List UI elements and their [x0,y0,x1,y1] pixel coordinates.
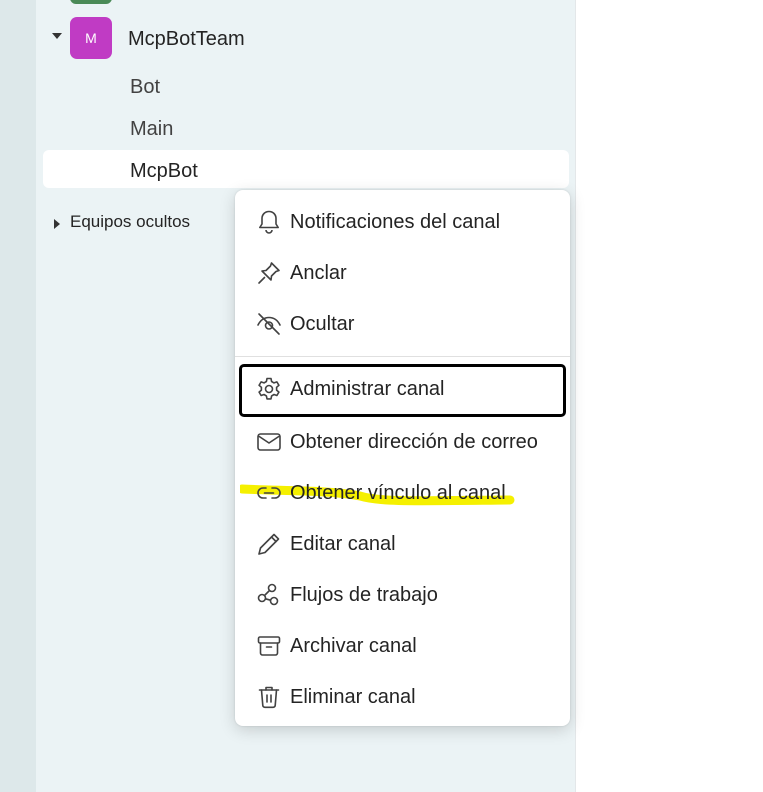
gear-icon [255,375,283,403]
bell-icon [255,208,283,236]
trash-icon [255,683,283,711]
pin-icon [255,259,283,287]
channel-item-mcpbot[interactable]: McpBot [43,150,569,188]
archive-icon [255,632,283,660]
menu-item-manage-channel[interactable]: Administrar canal [239,364,566,417]
menu-item-label: Obtener vínculo al canal [290,482,506,504]
main-content-pane [576,0,763,792]
team-avatar: M [70,17,112,59]
menu-item-label: Obtener dirección de correo [290,431,538,453]
menu-item-label: Eliminar canal [290,686,416,708]
mail-icon [255,428,283,456]
chevron-right-icon [54,219,60,229]
hidden-teams-toggle[interactable]: Equipos ocultos [52,211,222,235]
menu-item-label: Archivar canal [290,635,417,657]
app-rail [0,0,36,792]
menu-item-get-email-address[interactable]: Obtener dirección de correo [239,417,566,467]
team-name[interactable]: McpBotTeam [128,28,245,51]
menu-item-delete-channel[interactable]: Eliminar canal [239,672,566,722]
menu-item-label: Flujos de trabajo [290,584,438,606]
channel-label: Bot [130,76,161,98]
team-header[interactable]: M McpBotTeam [36,17,575,59]
menu-item-edit-channel[interactable]: Editar canal [239,519,566,569]
menu-divider [235,356,570,357]
channel-item-bot[interactable]: Bot [43,68,569,106]
pencil-icon [255,530,283,558]
menu-item-archive-channel[interactable]: Archivar canal [239,621,566,671]
menu-item-label: Administrar canal [290,378,445,400]
team-avatar-letter: M [85,30,97,46]
menu-item-label: Ocultar [290,313,355,335]
menu-item-channel-notifications[interactable]: Notificaciones del canal [239,197,566,247]
menu-item-label: Anclar [290,262,347,284]
menu-item-pin[interactable]: Anclar [239,248,566,298]
menu-item-label: Notificaciones del canal [290,211,501,233]
workflow-icon [255,581,283,609]
channel-label: McpBot [130,160,198,182]
menu-item-get-channel-link[interactable]: Obtener vínculo al canal [239,468,566,518]
channel-label: Main [130,118,174,140]
eye-off-icon [255,310,283,338]
channel-item-main[interactable]: Main [43,110,569,148]
menu-item-workflows[interactable]: Flujos de trabajo [239,570,566,620]
hidden-teams-label: Equipos ocultos [70,212,191,231]
link-icon [255,479,283,507]
menu-item-label: Editar canal [290,533,396,555]
previous-team-avatar[interactable] [70,0,112,4]
chevron-down-icon[interactable] [52,33,62,39]
menu-item-hide[interactable]: Ocultar [239,299,566,349]
channel-context-menu: Notificaciones del canal Anclar Ocultar [235,190,570,726]
